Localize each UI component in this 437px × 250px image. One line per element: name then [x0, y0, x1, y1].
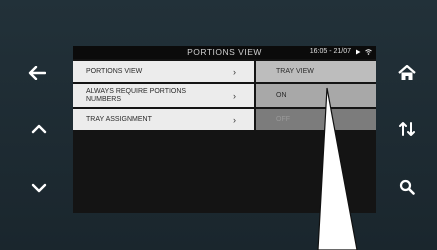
pointer-callout — [317, 87, 358, 250]
